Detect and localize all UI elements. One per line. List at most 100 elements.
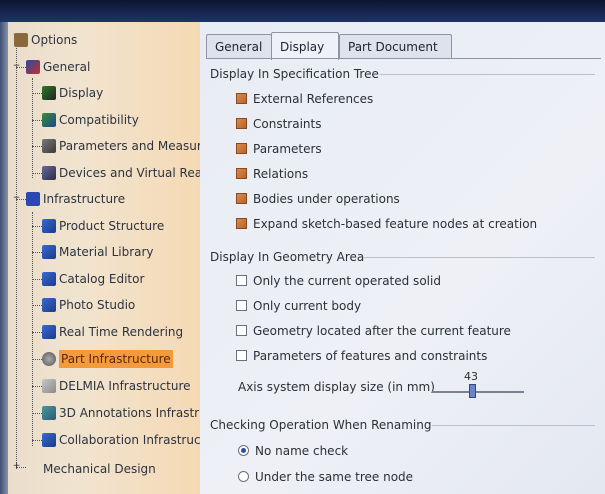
tree-item-label: Infrastructure [43, 192, 126, 206]
tree-scroll-edge [0, 22, 8, 494]
tab-general[interactable]: General [206, 34, 272, 59]
option-constraints[interactable]: Constraints [236, 115, 321, 133]
tree-item-label: Display [59, 86, 104, 100]
general-icon [26, 60, 40, 74]
tree-connector [32, 173, 42, 174]
collapse-icon[interactable]: − [12, 62, 21, 71]
checkbox-checked-icon[interactable] [236, 218, 247, 229]
checkbox-checked-icon[interactable] [236, 143, 247, 154]
option-label: Expand sketch-based feature nodes at cre… [253, 217, 538, 231]
renaming-group-title: Checking Operation When Renaming [210, 418, 432, 432]
option-geometry-after-feature[interactable]: Geometry located after the current featu… [236, 322, 511, 340]
tree-item-devices[interactable]: Devices and Virtual Real [42, 164, 200, 182]
checkbox-checked-icon[interactable] [236, 168, 247, 179]
tree-item-options[interactable]: Options [14, 31, 77, 49]
tree-item-label: Photo Studio [59, 298, 136, 312]
axis-size-slider-thumb[interactable] [468, 384, 476, 398]
option-under-same-tree-node[interactable]: Under the same tree node [238, 468, 413, 486]
tree-item-label: Product Structure [59, 219, 165, 233]
annotations-icon [42, 406, 56, 420]
tab-divider [206, 58, 601, 59]
tab-part-document[interactable]: Part Document [339, 34, 452, 59]
tree-connector [32, 146, 42, 147]
tree-connector [32, 279, 42, 280]
tree-connector [32, 120, 42, 121]
options-icon [14, 33, 28, 47]
tree-connector [32, 386, 42, 387]
window-top-strip [0, 0, 605, 22]
option-label: No name check [255, 444, 349, 458]
tab-label: Display [280, 40, 325, 54]
tree-connector [32, 212, 33, 446]
delmia-icon [42, 379, 56, 393]
tree-connector [32, 359, 42, 360]
checkbox-checked-icon[interactable] [236, 93, 247, 104]
option-relations[interactable]: Relations [236, 165, 308, 183]
tree-item-3d-annotations[interactable]: 3D Annotations Infrastru [42, 404, 200, 422]
option-label: Under the same tree node [255, 470, 414, 484]
checkbox-icon[interactable] [236, 300, 247, 311]
option-bodies-under-operations[interactable]: Bodies under operations [236, 190, 400, 208]
group-rule [380, 74, 595, 75]
axis-size-label: Axis system display size (in mm) [238, 380, 435, 394]
checkbox-icon[interactable] [236, 350, 247, 361]
checkbox-checked-icon[interactable] [236, 193, 247, 204]
tree-item-general[interactable]: General [26, 58, 90, 76]
tree-item-collaboration[interactable]: Collaboration Infrastruc [42, 431, 200, 449]
tree-item-infrastructure[interactable]: Infrastructure [26, 190, 125, 208]
tree-item-part-infrastructure[interactable]: Part Infrastructure [42, 350, 173, 368]
options-panel: General Display Part Document Display In… [200, 22, 605, 494]
tree-item-compatibility[interactable]: Compatibility [42, 111, 139, 129]
tree-item-catalog-editor[interactable]: Catalog Editor [42, 270, 144, 288]
material-library-icon [42, 245, 56, 259]
parameters-icon [42, 139, 56, 153]
tree-connector [16, 44, 17, 469]
geometry-group-title: Display In Geometry Area [210, 250, 365, 264]
tree-item-label: Options [31, 33, 78, 47]
tree-item-label: Collaboration Infrastruc [59, 433, 200, 447]
display-icon [42, 86, 56, 100]
real-time-rendering-icon [42, 325, 56, 339]
option-only-current-body[interactable]: Only current body [236, 297, 361, 315]
checkbox-icon[interactable] [236, 275, 247, 286]
tab-label: Part Document [348, 40, 438, 54]
tree-item-material-library[interactable]: Material Library [42, 243, 154, 261]
option-only-current-operated-solid[interactable]: Only the current operated solid [236, 272, 441, 290]
option-no-name-check[interactable]: No name check [238, 442, 348, 460]
axis-size-slider-track[interactable] [432, 391, 524, 393]
option-external-references[interactable]: External References [236, 90, 373, 108]
tree-item-label: Part Infrastructure [59, 350, 173, 368]
mechanical-design-icon [26, 462, 40, 476]
tree-item-label: Real Time Rendering [59, 325, 184, 339]
option-label: Parameters [253, 142, 322, 156]
tree-item-real-time-rendering[interactable]: Real Time Rendering [42, 323, 183, 341]
tree-item-parameters-and-measure[interactable]: Parameters and Measure [42, 137, 200, 155]
tree-item-label: Devices and Virtual Real [59, 166, 200, 180]
option-label: Relations [253, 167, 309, 181]
tree-item-delmia-infrastructure[interactable]: DELMIA Infrastructure [42, 377, 191, 395]
tree-item-photo-studio[interactable]: Photo Studio [42, 296, 135, 314]
group-rule [432, 425, 595, 426]
options-tree[interactable]: − − − + Options General Display Compatib… [0, 22, 200, 494]
expand-icon[interactable]: + [12, 462, 21, 471]
tree-item-display[interactable]: Display [42, 84, 103, 102]
option-parameters-of-features[interactable]: Parameters of features and constraints [236, 347, 487, 365]
option-parameters[interactable]: Parameters [236, 140, 322, 158]
axis-size-value: 43 [464, 370, 478, 383]
checkbox-checked-icon[interactable] [236, 118, 247, 129]
option-label: Geometry located after the current featu… [253, 324, 511, 338]
tree-connector [32, 252, 42, 253]
tree-connector [32, 332, 42, 333]
option-label: Bodies under operations [253, 192, 400, 206]
collapse-icon[interactable]: − [12, 194, 21, 203]
radio-selected-icon[interactable] [238, 445, 249, 456]
tab-display[interactable]: Display [271, 32, 339, 60]
option-expand-sketch-nodes[interactable]: Expand sketch-based feature nodes at cre… [236, 215, 537, 233]
tree-item-product-structure[interactable]: Product Structure [42, 217, 164, 235]
option-label: Parameters of features and constraints [253, 349, 488, 363]
tree-item-mechanical-design[interactable]: Mechanical Design [26, 460, 156, 478]
product-structure-icon [42, 219, 56, 233]
radio-icon[interactable] [238, 471, 249, 482]
tree-item-label: Compatibility [59, 113, 139, 127]
checkbox-icon[interactable] [236, 325, 247, 336]
